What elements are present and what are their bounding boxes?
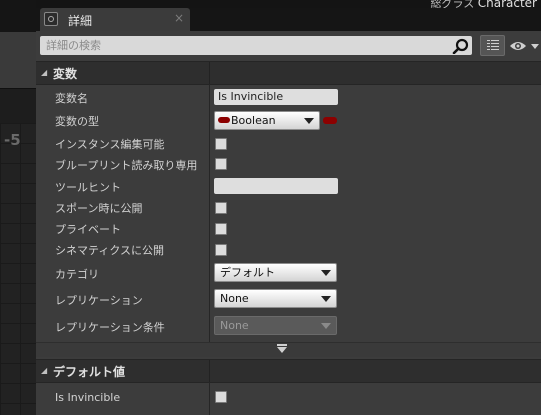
section-title: デフォルト値 xyxy=(53,365,126,379)
column-divider xyxy=(209,62,210,84)
row-label: カテゴリ xyxy=(55,268,99,281)
section-title: 変数 xyxy=(53,67,78,81)
row-expose-on-spawn: スポーン時に公開 xyxy=(36,196,541,217)
replication-value: None xyxy=(220,292,249,305)
eye-icon[interactable] xyxy=(508,37,541,55)
row-default-is-invincible: Is Invincible xyxy=(36,387,541,408)
collapse-triangle-icon: ◢ xyxy=(41,366,48,375)
blueprint-read-only-checkbox[interactable] xyxy=(215,158,227,170)
viewport-top xyxy=(0,0,36,32)
variable-type-dropdown[interactable]: Boolean xyxy=(214,111,320,130)
expose-to-cinematics-checkbox[interactable] xyxy=(215,244,227,256)
chevron-down-icon[interactable] xyxy=(277,344,287,354)
is-invincible-default-checkbox[interactable] xyxy=(215,391,227,403)
boolean-pin-icon xyxy=(218,117,230,123)
container-type-pin-icon[interactable] xyxy=(323,117,337,124)
section-variables-header[interactable]: ◢ 変数 xyxy=(36,61,541,85)
row-label: シネマティクスに公開 xyxy=(55,244,165,257)
column-divider xyxy=(209,360,210,382)
category-value: デフォルト xyxy=(220,266,275,279)
row-label: インスタンス編集可能 xyxy=(55,138,165,151)
search-input[interactable] xyxy=(40,36,450,55)
tooltip-field[interactable] xyxy=(214,178,338,194)
tab-details[interactable] xyxy=(40,8,190,31)
grid-icon xyxy=(487,40,499,51)
row-label: ブループリント読み取り専用 xyxy=(55,159,198,172)
viewport-grid-number: -5 xyxy=(4,131,21,149)
chevron-down-icon xyxy=(321,270,331,276)
replication-condition-dropdown: None xyxy=(214,316,337,335)
row-label: Is Invincible xyxy=(55,391,121,404)
view-options-button[interactable] xyxy=(480,35,505,56)
row-label: レプリケーション条件 xyxy=(55,321,165,334)
tab-label: 詳細 xyxy=(68,14,93,28)
chevron-down-icon xyxy=(304,118,314,124)
close-icon[interactable]: × xyxy=(174,11,184,25)
row-label: ツールヒント xyxy=(55,181,121,194)
expose-on-spawn-checkbox[interactable] xyxy=(215,202,227,214)
category-dropdown[interactable]: デフォルト xyxy=(214,263,337,282)
replication-condition-value: None xyxy=(220,319,249,332)
viewport-toolbar xyxy=(0,32,36,88)
replication-dropdown[interactable]: None xyxy=(214,289,337,308)
viewport-subbar xyxy=(0,88,36,123)
row-label: プライベート xyxy=(55,223,121,236)
search-box[interactable] xyxy=(40,36,472,55)
variable-type-value: Boolean xyxy=(231,114,276,127)
row-label: 変数名 xyxy=(55,92,88,105)
row-expose-to-cinematics: シネマティクスに公開 xyxy=(36,238,541,259)
section-default-value-header[interactable]: ◢ デフォルト値 xyxy=(36,359,541,383)
search-icon[interactable] xyxy=(452,38,470,54)
instance-editable-checkbox[interactable] xyxy=(215,138,227,150)
advanced-toggle-bar[interactable] xyxy=(36,342,541,357)
variable-name-field[interactable]: Is Invincible xyxy=(214,89,338,105)
row-label: スポーン時に公開 xyxy=(55,202,143,215)
viewport-grid[interactable] xyxy=(0,123,36,415)
row-label: レプリケーション xyxy=(55,294,143,307)
chevron-down-icon xyxy=(321,296,331,302)
row-private: プライベート xyxy=(36,217,541,238)
row-instance-editable: インスタンス編集可能 xyxy=(36,132,541,153)
row-blueprint-read-only: ブループリント読み取り専用 xyxy=(36,153,541,174)
row-label: 変数の型 xyxy=(55,115,99,128)
details-icon xyxy=(44,12,58,26)
collapse-triangle-icon: ◢ xyxy=(41,68,48,77)
private-checkbox[interactable] xyxy=(215,223,227,235)
chevron-down-icon xyxy=(321,323,331,329)
